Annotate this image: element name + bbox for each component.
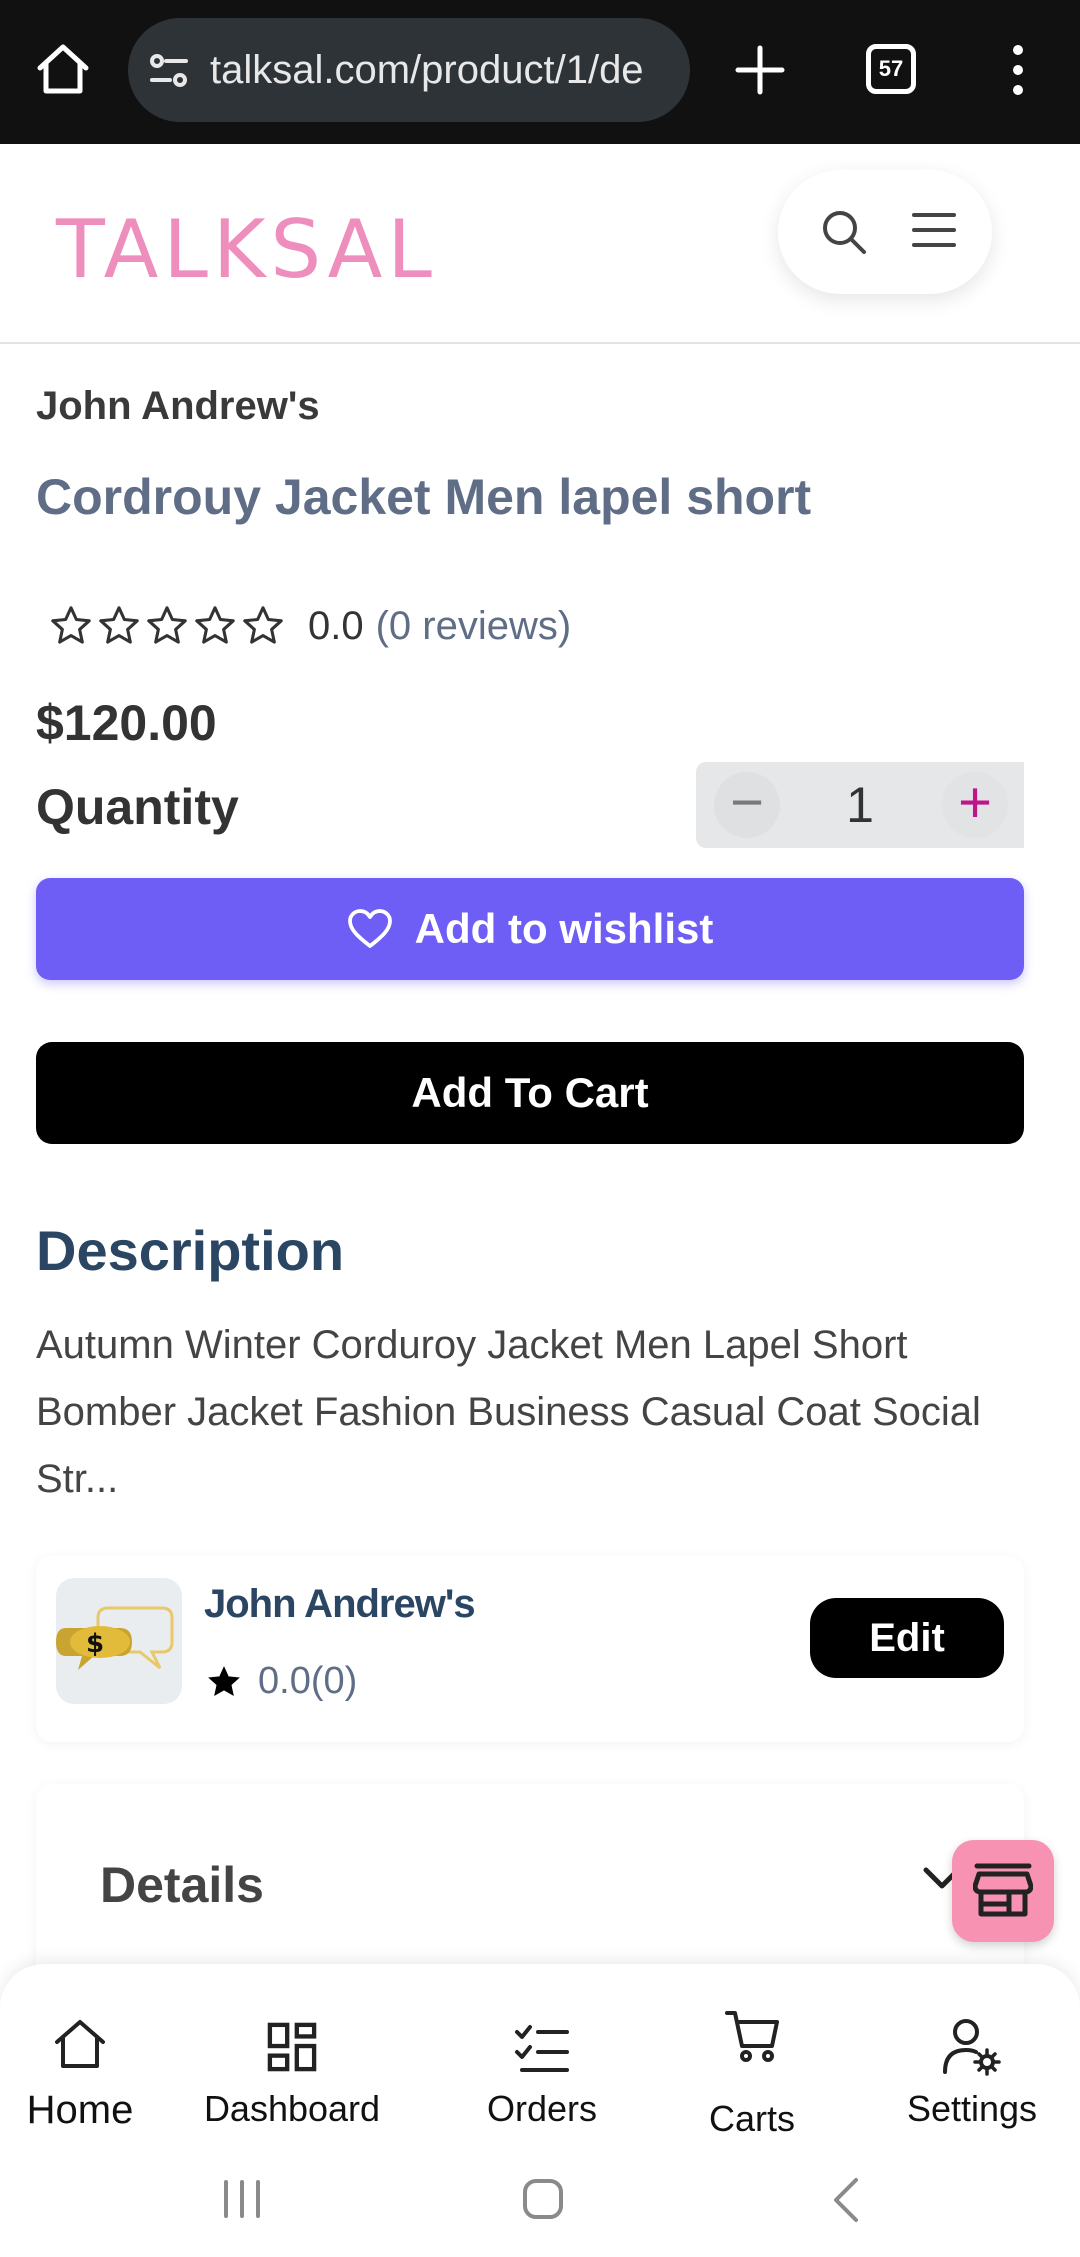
review-count-link[interactable]: (0 reviews) xyxy=(376,604,572,649)
store-icon xyxy=(973,1863,1033,1917)
search-icon[interactable] xyxy=(820,208,868,256)
address-bar[interactable]: talksal.com/product/1/de xyxy=(128,18,690,122)
quantity-stepper: − 1 + xyxy=(696,762,1024,848)
hamburger-menu-icon[interactable] xyxy=(912,210,956,250)
site-settings-icon[interactable] xyxy=(148,50,190,92)
bottom-navigation: Home Dashboard Orders Carts Settings xyxy=(0,1964,1080,2148)
site-header: TALKSAL xyxy=(0,144,1080,344)
nav-home-label: Home xyxy=(26,2088,134,2132)
browser-home-icon[interactable] xyxy=(34,40,92,98)
nav-settings[interactable]: Settings xyxy=(892,1964,1052,2148)
browser-toolbar: talksal.com/product/1/de 57 xyxy=(0,0,1080,144)
star-outline-icon xyxy=(99,606,139,644)
description-heading: Description xyxy=(36,1219,345,1282)
heart-icon xyxy=(347,909,392,948)
description-text: Autumn Winter Corduroy Jacket Men Lapel … xyxy=(36,1323,981,1501)
rating-value: 0.0 xyxy=(308,603,364,648)
more-options-icon[interactable] xyxy=(1002,40,1034,100)
rating-stars xyxy=(48,603,286,649)
svg-text:$: $ xyxy=(86,1629,104,1659)
wishlist-label: Add to wishlist xyxy=(414,905,714,952)
add-to-wishlist-button[interactable]: Add to wishlist xyxy=(36,878,1024,980)
star-filled-icon xyxy=(208,1665,240,1696)
star-outline-icon xyxy=(195,606,235,644)
star-outline-icon xyxy=(243,606,283,644)
seller-avatar: $ xyxy=(56,1578,182,1704)
product-title: Cordrouy Jacket Men lapel short xyxy=(36,469,812,525)
nav-carts-label: Carts xyxy=(708,2098,795,2139)
seller-rating-value: 0.0(0) xyxy=(258,1660,358,1702)
settings-user-icon xyxy=(943,2019,1001,2076)
nav-orders[interactable]: Orders xyxy=(462,1964,622,2148)
details-accordion[interactable]: Details xyxy=(36,1784,1024,1994)
new-tab-icon[interactable] xyxy=(734,44,786,96)
product-rating: 0.0 (0 reviews) xyxy=(48,598,571,654)
product-brand[interactable]: John Andrew's xyxy=(36,384,320,429)
nav-settings-label: Settings xyxy=(906,2088,1038,2129)
decrease-quantity-button[interactable]: − xyxy=(714,772,780,838)
details-heading: Details xyxy=(100,1857,264,1913)
quantity-label: Quantity xyxy=(36,779,239,835)
nav-dashboard-label: Dashboard xyxy=(203,2088,381,2129)
nav-carts[interactable]: Carts xyxy=(672,1964,832,2148)
tab-switcher-button[interactable]: 57 xyxy=(866,44,916,94)
header-actions xyxy=(778,170,992,294)
nav-orders-label: Orders xyxy=(486,2088,598,2129)
nav-dashboard[interactable]: Dashboard xyxy=(196,1964,388,2148)
quantity-value[interactable]: 1 xyxy=(820,776,900,834)
star-outline-icon xyxy=(51,606,91,644)
edit-button[interactable]: Edit xyxy=(810,1598,1004,1678)
store-floating-button[interactable] xyxy=(952,1840,1054,1942)
orders-icon xyxy=(515,2025,569,2072)
url-text[interactable]: talksal.com/product/1/de xyxy=(210,48,676,92)
dashboard-icon xyxy=(267,2022,317,2072)
seller-name[interactable]: John Andrew's xyxy=(204,1582,476,1627)
star-outline-icon xyxy=(147,606,187,644)
system-home-icon[interactable] xyxy=(522,2178,564,2220)
system-navigation-bar xyxy=(0,2148,1080,2257)
product-price: $120.00 xyxy=(36,695,217,751)
chat-money-logo-icon: $ xyxy=(56,1606,174,1670)
increase-quantity-button[interactable]: + xyxy=(942,772,1008,838)
seller-card[interactable]: $ John Andrew's 0.0(0) Edit xyxy=(36,1556,1024,1742)
seller-rating: 0.0(0) xyxy=(204,1660,357,1703)
nav-home[interactable]: Home xyxy=(0,1964,160,2148)
cart-icon xyxy=(725,2011,779,2062)
recent-apps-icon[interactable] xyxy=(220,2178,264,2220)
home-icon xyxy=(55,2020,105,2068)
site-logo[interactable]: TALKSAL xyxy=(56,202,437,298)
back-icon[interactable] xyxy=(830,2176,862,2224)
add-to-cart-button[interactable]: Add To Cart xyxy=(36,1042,1024,1144)
